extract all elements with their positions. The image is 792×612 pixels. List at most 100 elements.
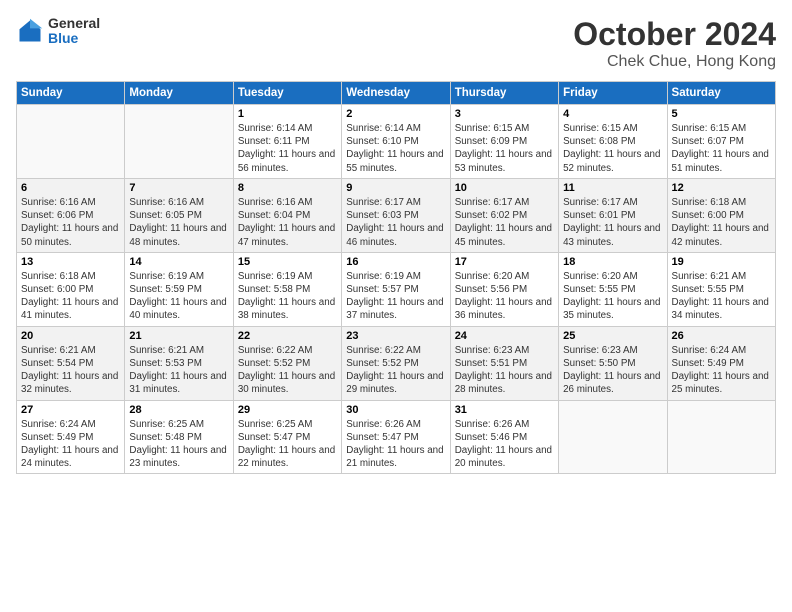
location-subtitle: Chek Chue, Hong Kong: [573, 53, 776, 71]
calendar-cell: 12 Sunrise: 6:18 AM Sunset: 6:00 PM Dayli…: [667, 178, 775, 252]
cell-details: Sunrise: 6:25 AM Sunset: 5:48 PM Dayligh…: [129, 418, 228, 471]
logo-blue-text: Blue: [48, 31, 100, 46]
day-number: 12: [672, 182, 771, 194]
cell-details: Sunrise: 6:23 AM Sunset: 5:50 PM Dayligh…: [563, 344, 662, 397]
weekday-header-row: SundayMondayTuesdayWednesdayThursdayFrid…: [17, 82, 776, 105]
day-number: 7: [129, 182, 228, 194]
cell-details: Sunrise: 6:15 AM Sunset: 6:08 PM Dayligh…: [563, 122, 662, 175]
logo-icon: [16, 17, 44, 45]
calendar-table: SundayMondayTuesdayWednesdayThursdayFrid…: [16, 81, 776, 474]
calendar-cell: 1Sunrise: 6:14 AM Sunset: 6:11 PM Daylig…: [233, 105, 341, 179]
cell-details: Sunrise: 6:24 AM Sunset: 5:49 PM Dayligh…: [21, 418, 120, 471]
calendar-cell: 16 Sunrise: 6:19 AM Sunset: 5:57 PM Dayli…: [342, 252, 450, 326]
calendar-cell: 9Sunrise: 6:17 AM Sunset: 6:03 PM Daylig…: [342, 178, 450, 252]
calendar-cell: 22 Sunrise: 6:22 AM Sunset: 5:52 PM Dayli…: [233, 326, 341, 400]
cell-details: Sunrise: 6:19 AM Sunset: 5:57 PM Dayligh…: [346, 270, 445, 323]
cell-details: Sunrise: 6:25 AM Sunset: 5:47 PM Dayligh…: [238, 418, 337, 471]
calendar-week-row: 27 Sunrise: 6:24 AM Sunset: 5:49 PM Dayli…: [17, 400, 776, 474]
cell-details: Sunrise: 6:21 AM Sunset: 5:55 PM Dayligh…: [672, 270, 771, 323]
weekday-header-friday: Friday: [559, 82, 667, 105]
cell-details: Sunrise: 6:15 AM Sunset: 6:07 PM Dayligh…: [672, 122, 771, 175]
day-number: 14: [129, 256, 228, 268]
day-number: 3: [455, 108, 554, 120]
cell-details: Sunrise: 6:18 AM Sunset: 6:00 PM Dayligh…: [21, 270, 120, 323]
calendar-cell: 6 Sunrise: 6:16 AM Sunset: 6:06 PM Daylig…: [17, 178, 125, 252]
day-number: 17: [455, 256, 554, 268]
logo: General Blue: [16, 16, 100, 47]
weekday-header-tuesday: Tuesday: [233, 82, 341, 105]
cell-details: Sunrise: 6:19 AM Sunset: 5:59 PM Dayligh…: [129, 270, 228, 323]
calendar-week-row: 1Sunrise: 6:14 AM Sunset: 6:11 PM Daylig…: [17, 105, 776, 179]
day-number: 22: [238, 330, 337, 342]
cell-details: Sunrise: 6:19 AM Sunset: 5:58 PM Dayligh…: [238, 270, 337, 323]
calendar-cell: 24Sunrise: 6:23 AM Sunset: 5:51 PM Dayli…: [450, 326, 558, 400]
day-number: 23: [346, 330, 445, 342]
weekday-header-thursday: Thursday: [450, 82, 558, 105]
calendar-cell: 20 Sunrise: 6:21 AM Sunset: 5:54 PM Dayli…: [17, 326, 125, 400]
cell-details: Sunrise: 6:20 AM Sunset: 5:56 PM Dayligh…: [455, 270, 554, 323]
calendar-cell: 26Sunrise: 6:24 AM Sunset: 5:49 PM Dayli…: [667, 326, 775, 400]
calendar-cell: 8 Sunrise: 6:16 AM Sunset: 6:04 PM Daylig…: [233, 178, 341, 252]
calendar-cell: 13Sunrise: 6:18 AM Sunset: 6:00 PM Dayli…: [17, 252, 125, 326]
day-number: 2: [346, 108, 445, 120]
calendar-cell: 31Sunrise: 6:26 AM Sunset: 5:46 PM Dayli…: [450, 400, 558, 474]
cell-details: Sunrise: 6:16 AM Sunset: 6:06 PM Dayligh…: [21, 196, 120, 249]
calendar-cell: 5Sunrise: 6:15 AM Sunset: 6:07 PM Daylig…: [667, 105, 775, 179]
cell-details: Sunrise: 6:14 AM Sunset: 6:11 PM Dayligh…: [238, 122, 337, 175]
day-number: 6: [21, 182, 120, 194]
calendar-cell: [125, 105, 233, 179]
header: General Blue October 2024 Chek Chue, Hon…: [16, 16, 776, 71]
day-number: 25: [563, 330, 662, 342]
weekday-header-monday: Monday: [125, 82, 233, 105]
day-number: 27: [21, 404, 120, 416]
cell-details: Sunrise: 6:18 AM Sunset: 6:00 PM Dayligh…: [672, 196, 771, 249]
calendar-week-row: 13Sunrise: 6:18 AM Sunset: 6:00 PM Dayli…: [17, 252, 776, 326]
calendar-cell: [667, 400, 775, 474]
day-number: 15: [238, 256, 337, 268]
calendar-cell: 11Sunrise: 6:17 AM Sunset: 6:01 PM Dayli…: [559, 178, 667, 252]
calendar-cell: 3 Sunrise: 6:15 AM Sunset: 6:09 PM Daylig…: [450, 105, 558, 179]
cell-details: Sunrise: 6:23 AM Sunset: 5:51 PM Dayligh…: [455, 344, 554, 397]
cell-details: Sunrise: 6:22 AM Sunset: 5:52 PM Dayligh…: [346, 344, 445, 397]
calendar-week-row: 20 Sunrise: 6:21 AM Sunset: 5:54 PM Dayli…: [17, 326, 776, 400]
cell-details: Sunrise: 6:21 AM Sunset: 5:54 PM Dayligh…: [21, 344, 120, 397]
calendar-cell: 30 Sunrise: 6:26 AM Sunset: 5:47 PM Dayli…: [342, 400, 450, 474]
day-number: 10: [455, 182, 554, 194]
calendar-cell: 27 Sunrise: 6:24 AM Sunset: 5:49 PM Dayli…: [17, 400, 125, 474]
calendar-cell: 23 Sunrise: 6:22 AM Sunset: 5:52 PM Dayli…: [342, 326, 450, 400]
calendar-cell: 18 Sunrise: 6:20 AM Sunset: 5:55 PM Dayli…: [559, 252, 667, 326]
month-title: October 2024: [573, 16, 776, 53]
cell-details: Sunrise: 6:26 AM Sunset: 5:46 PM Dayligh…: [455, 418, 554, 471]
day-number: 11: [563, 182, 662, 194]
calendar-cell: 25 Sunrise: 6:23 AM Sunset: 5:50 PM Dayli…: [559, 326, 667, 400]
calendar-cell: 21 Sunrise: 6:21 AM Sunset: 5:53 PM Dayli…: [125, 326, 233, 400]
calendar-cell: 19Sunrise: 6:21 AM Sunset: 5:55 PM Dayli…: [667, 252, 775, 326]
cell-details: Sunrise: 6:21 AM Sunset: 5:53 PM Dayligh…: [129, 344, 228, 397]
day-number: 16: [346, 256, 445, 268]
calendar-cell: 2Sunrise: 6:14 AM Sunset: 6:10 PM Daylig…: [342, 105, 450, 179]
calendar-cell: 28Sunrise: 6:25 AM Sunset: 5:48 PM Dayli…: [125, 400, 233, 474]
calendar-cell: 14 Sunrise: 6:19 AM Sunset: 5:59 PM Dayli…: [125, 252, 233, 326]
day-number: 8: [238, 182, 337, 194]
day-number: 26: [672, 330, 771, 342]
cell-details: Sunrise: 6:16 AM Sunset: 6:04 PM Dayligh…: [238, 196, 337, 249]
logo-text: General Blue: [48, 16, 100, 47]
calendar-cell: 4Sunrise: 6:15 AM Sunset: 6:08 PM Daylig…: [559, 105, 667, 179]
day-number: 21: [129, 330, 228, 342]
cell-details: Sunrise: 6:22 AM Sunset: 5:52 PM Dayligh…: [238, 344, 337, 397]
day-number: 18: [563, 256, 662, 268]
cell-details: Sunrise: 6:15 AM Sunset: 6:09 PM Dayligh…: [455, 122, 554, 175]
cell-details: Sunrise: 6:20 AM Sunset: 5:55 PM Dayligh…: [563, 270, 662, 323]
cell-details: Sunrise: 6:26 AM Sunset: 5:47 PM Dayligh…: [346, 418, 445, 471]
day-number: 30: [346, 404, 445, 416]
weekday-header-wednesday: Wednesday: [342, 82, 450, 105]
title-area: October 2024 Chek Chue, Hong Kong: [573, 16, 776, 71]
calendar-cell: [17, 105, 125, 179]
cell-details: Sunrise: 6:17 AM Sunset: 6:03 PM Dayligh…: [346, 196, 445, 249]
day-number: 20: [21, 330, 120, 342]
logo-general-text: General: [48, 16, 100, 31]
calendar-cell: 29Sunrise: 6:25 AM Sunset: 5:47 PM Dayli…: [233, 400, 341, 474]
calendar-cell: [559, 400, 667, 474]
cell-details: Sunrise: 6:16 AM Sunset: 6:05 PM Dayligh…: [129, 196, 228, 249]
weekday-header-saturday: Saturday: [667, 82, 775, 105]
